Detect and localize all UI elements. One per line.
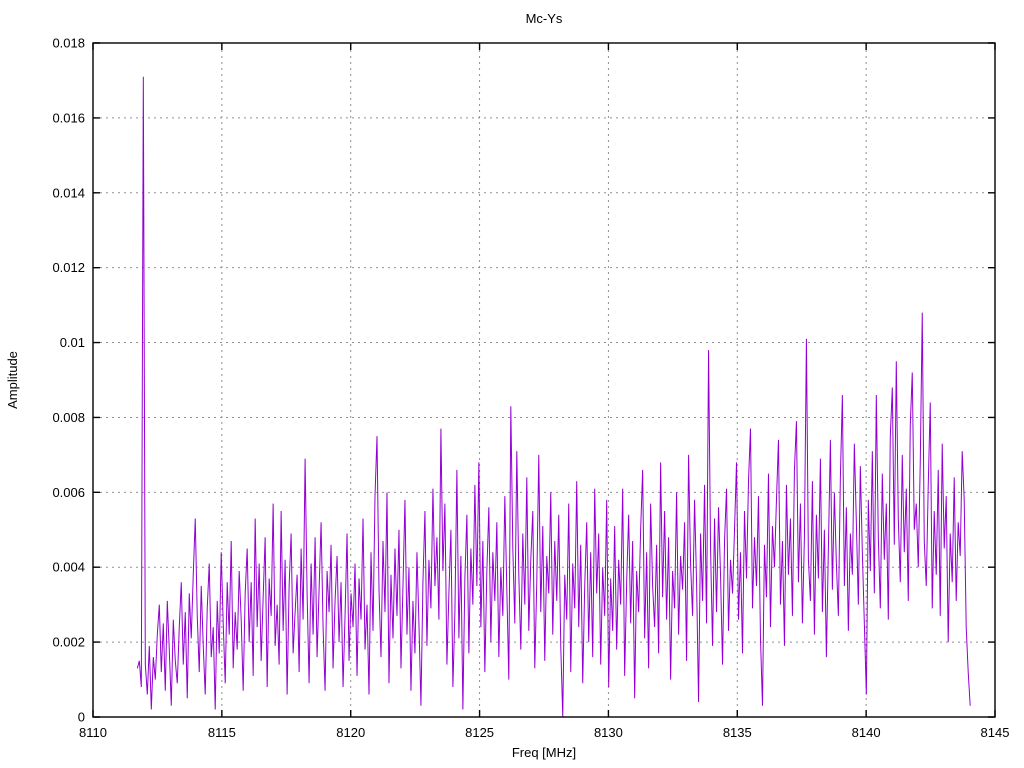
y-tick-label: 0.004	[52, 560, 85, 575]
y-tick-label: 0.01	[60, 335, 85, 350]
y-tick-label: 0.006	[52, 485, 85, 500]
data-series-line	[136, 76, 971, 718]
y-tick-label: 0.012	[52, 260, 85, 275]
x-axis-label: Freq [MHz]	[512, 745, 576, 760]
x-tick-labels: 8110 8115 8120 8125 8130 8135 8140 8145	[79, 725, 1009, 740]
y-tick-label: 0.002	[52, 635, 85, 650]
gnuplot-figure: 8110 8115 8120 8125 8130 8135 8140 8145 0 0.002 0…	[0, 0, 1024, 768]
y-tick-label: 0.014	[52, 185, 85, 200]
y-axis-label: Amplitude	[5, 351, 20, 409]
y-tick-label: 0	[78, 710, 85, 725]
x-tick-label: 8120	[336, 725, 365, 740]
chart-title: Mc-Ys	[526, 11, 563, 26]
y-tick-label: 0.008	[52, 410, 85, 425]
y-tick-label: 0.018	[52, 36, 85, 51]
plot-canvas: 8110 8115 8120 8125 8130 8135 8140 8145 00.0020…	[5, 11, 1009, 760]
x-tick-label: 8145	[981, 725, 1010, 740]
x-tick-label: 8135	[723, 725, 752, 740]
y-tick-labels: 0 0.002 0.004 0.006 0.008 0.01 0.012 0.014 0.016…	[52, 36, 85, 725]
x-tick-label: 8130	[594, 725, 623, 740]
y-tick-label: 0.016	[52, 110, 85, 125]
x-tick-label: 8140	[852, 725, 881, 740]
x-tick-label: 8115	[208, 725, 236, 740]
x-tick-label: 8125	[465, 725, 494, 740]
x-tick-label: 8110	[79, 725, 107, 740]
